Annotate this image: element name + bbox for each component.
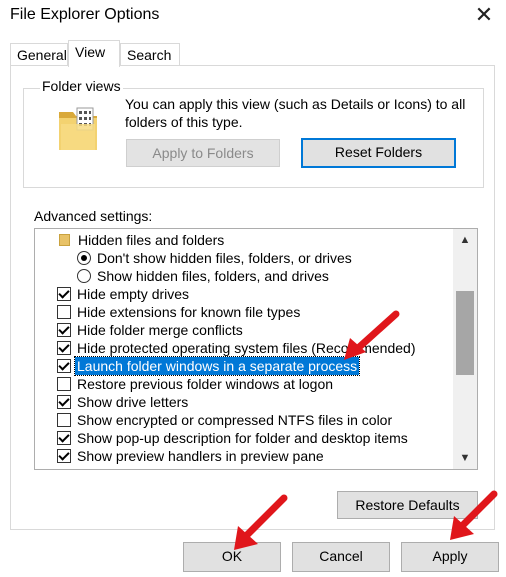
list-item-label: Hidden files and folders [78,232,225,248]
list-item-label: Show hidden files, folders, and drives [97,268,329,284]
list-item-label: Show encrypted or compressed NTFS files … [77,412,393,428]
list-item-label: Show drive letters [77,394,189,410]
radio-button[interactable] [77,251,91,265]
checkbox[interactable] [57,431,71,445]
list-scrollbar[interactable]: ▲ ▼ [453,229,477,469]
apply-to-folders-button[interactable]: Apply to Folders [126,139,280,167]
folder-grid-icon [59,107,97,150]
list-item-label: Hide empty drives [77,286,190,302]
list-item-label: Don't show hidden files, folders, or dri… [97,250,352,266]
checkbox[interactable] [57,305,71,319]
scroll-down-icon[interactable]: ▼ [453,449,477,467]
radio-button[interactable] [77,269,91,283]
list-item-label: Show preview handlers in preview pane [77,448,324,464]
list-item-label: Launch folder windows in a separate proc… [73,356,361,376]
tab-general[interactable]: General [10,43,68,66]
list-item-hide-merge-conflicts[interactable]: Hide folder merge conflicts [35,321,455,339]
advanced-settings-label: Advanced settings: [34,208,153,224]
cancel-button[interactable]: Cancel [292,542,390,572]
list-item-label: Show pop-up description for folder and d… [77,430,408,446]
list-item-label: Hide extensions for known file types [77,304,301,320]
scroll-up-icon[interactable]: ▲ [453,231,477,249]
tab-search[interactable]: Search [120,43,180,66]
checkbox[interactable] [57,359,71,373]
apply-button[interactable]: Apply [401,542,499,572]
checkbox[interactable] [57,377,71,391]
list-item-show-ntfs-color[interactable]: Show encrypted or compressed NTFS files … [35,411,455,429]
tab-view[interactable]: View [68,40,120,67]
checkbox[interactable] [57,341,71,355]
checkbox[interactable] [57,395,71,409]
restore-defaults-button[interactable]: Restore Defaults [337,491,478,519]
list-item-launch-separate-process[interactable]: Launch folder windows in a separate proc… [35,356,455,376]
list-item-hidden-files-header: Hidden files and folders [35,231,455,249]
list-item-hide-protected-files[interactable]: Hide protected operating system files (R… [35,339,455,357]
reset-folders-button[interactable]: Reset Folders [301,138,456,168]
title-bar: File Explorer Options ✕ [0,0,506,34]
scroll-thumb[interactable] [456,291,474,375]
folder-views-description: You can apply this view (such as Details… [125,96,466,130]
list-item-restore-previous-windows[interactable]: Restore previous folder windows at logon [35,375,455,393]
advanced-settings-list[interactable]: Hidden files and folders Don't show hidd… [34,228,478,470]
list-item-show-drive-letters[interactable]: Show drive letters [35,393,455,411]
folder-views-label: Folder views [40,78,123,94]
list-item-show-preview-handlers[interactable]: Show preview handlers in preview pane [35,447,455,465]
checkbox[interactable] [57,449,71,463]
checkbox[interactable] [57,413,71,427]
ok-button[interactable]: OK [183,542,281,572]
checkbox[interactable] [57,287,71,301]
list-item-hide-empty-drives[interactable]: Hide empty drives [35,285,455,303]
list-item-show-hidden[interactable]: Show hidden files, folders, and drives [35,267,455,285]
list-item-label: Hide folder merge conflicts [77,322,243,338]
list-item-show-popup-description[interactable]: Show pop-up description for folder and d… [35,429,455,447]
window-title: File Explorer Options [10,6,160,23]
list-item-hide-extensions[interactable]: Hide extensions for known file types [35,303,455,321]
folder-icon [59,234,70,246]
close-icon[interactable]: ✕ [470,2,498,30]
list-item-label: Restore previous folder windows at logon [77,376,334,392]
list-item-dont-show-hidden[interactable]: Don't show hidden files, folders, or dri… [35,249,455,267]
checkbox[interactable] [57,323,71,337]
list-item-label: Hide protected operating system files (R… [77,340,416,356]
